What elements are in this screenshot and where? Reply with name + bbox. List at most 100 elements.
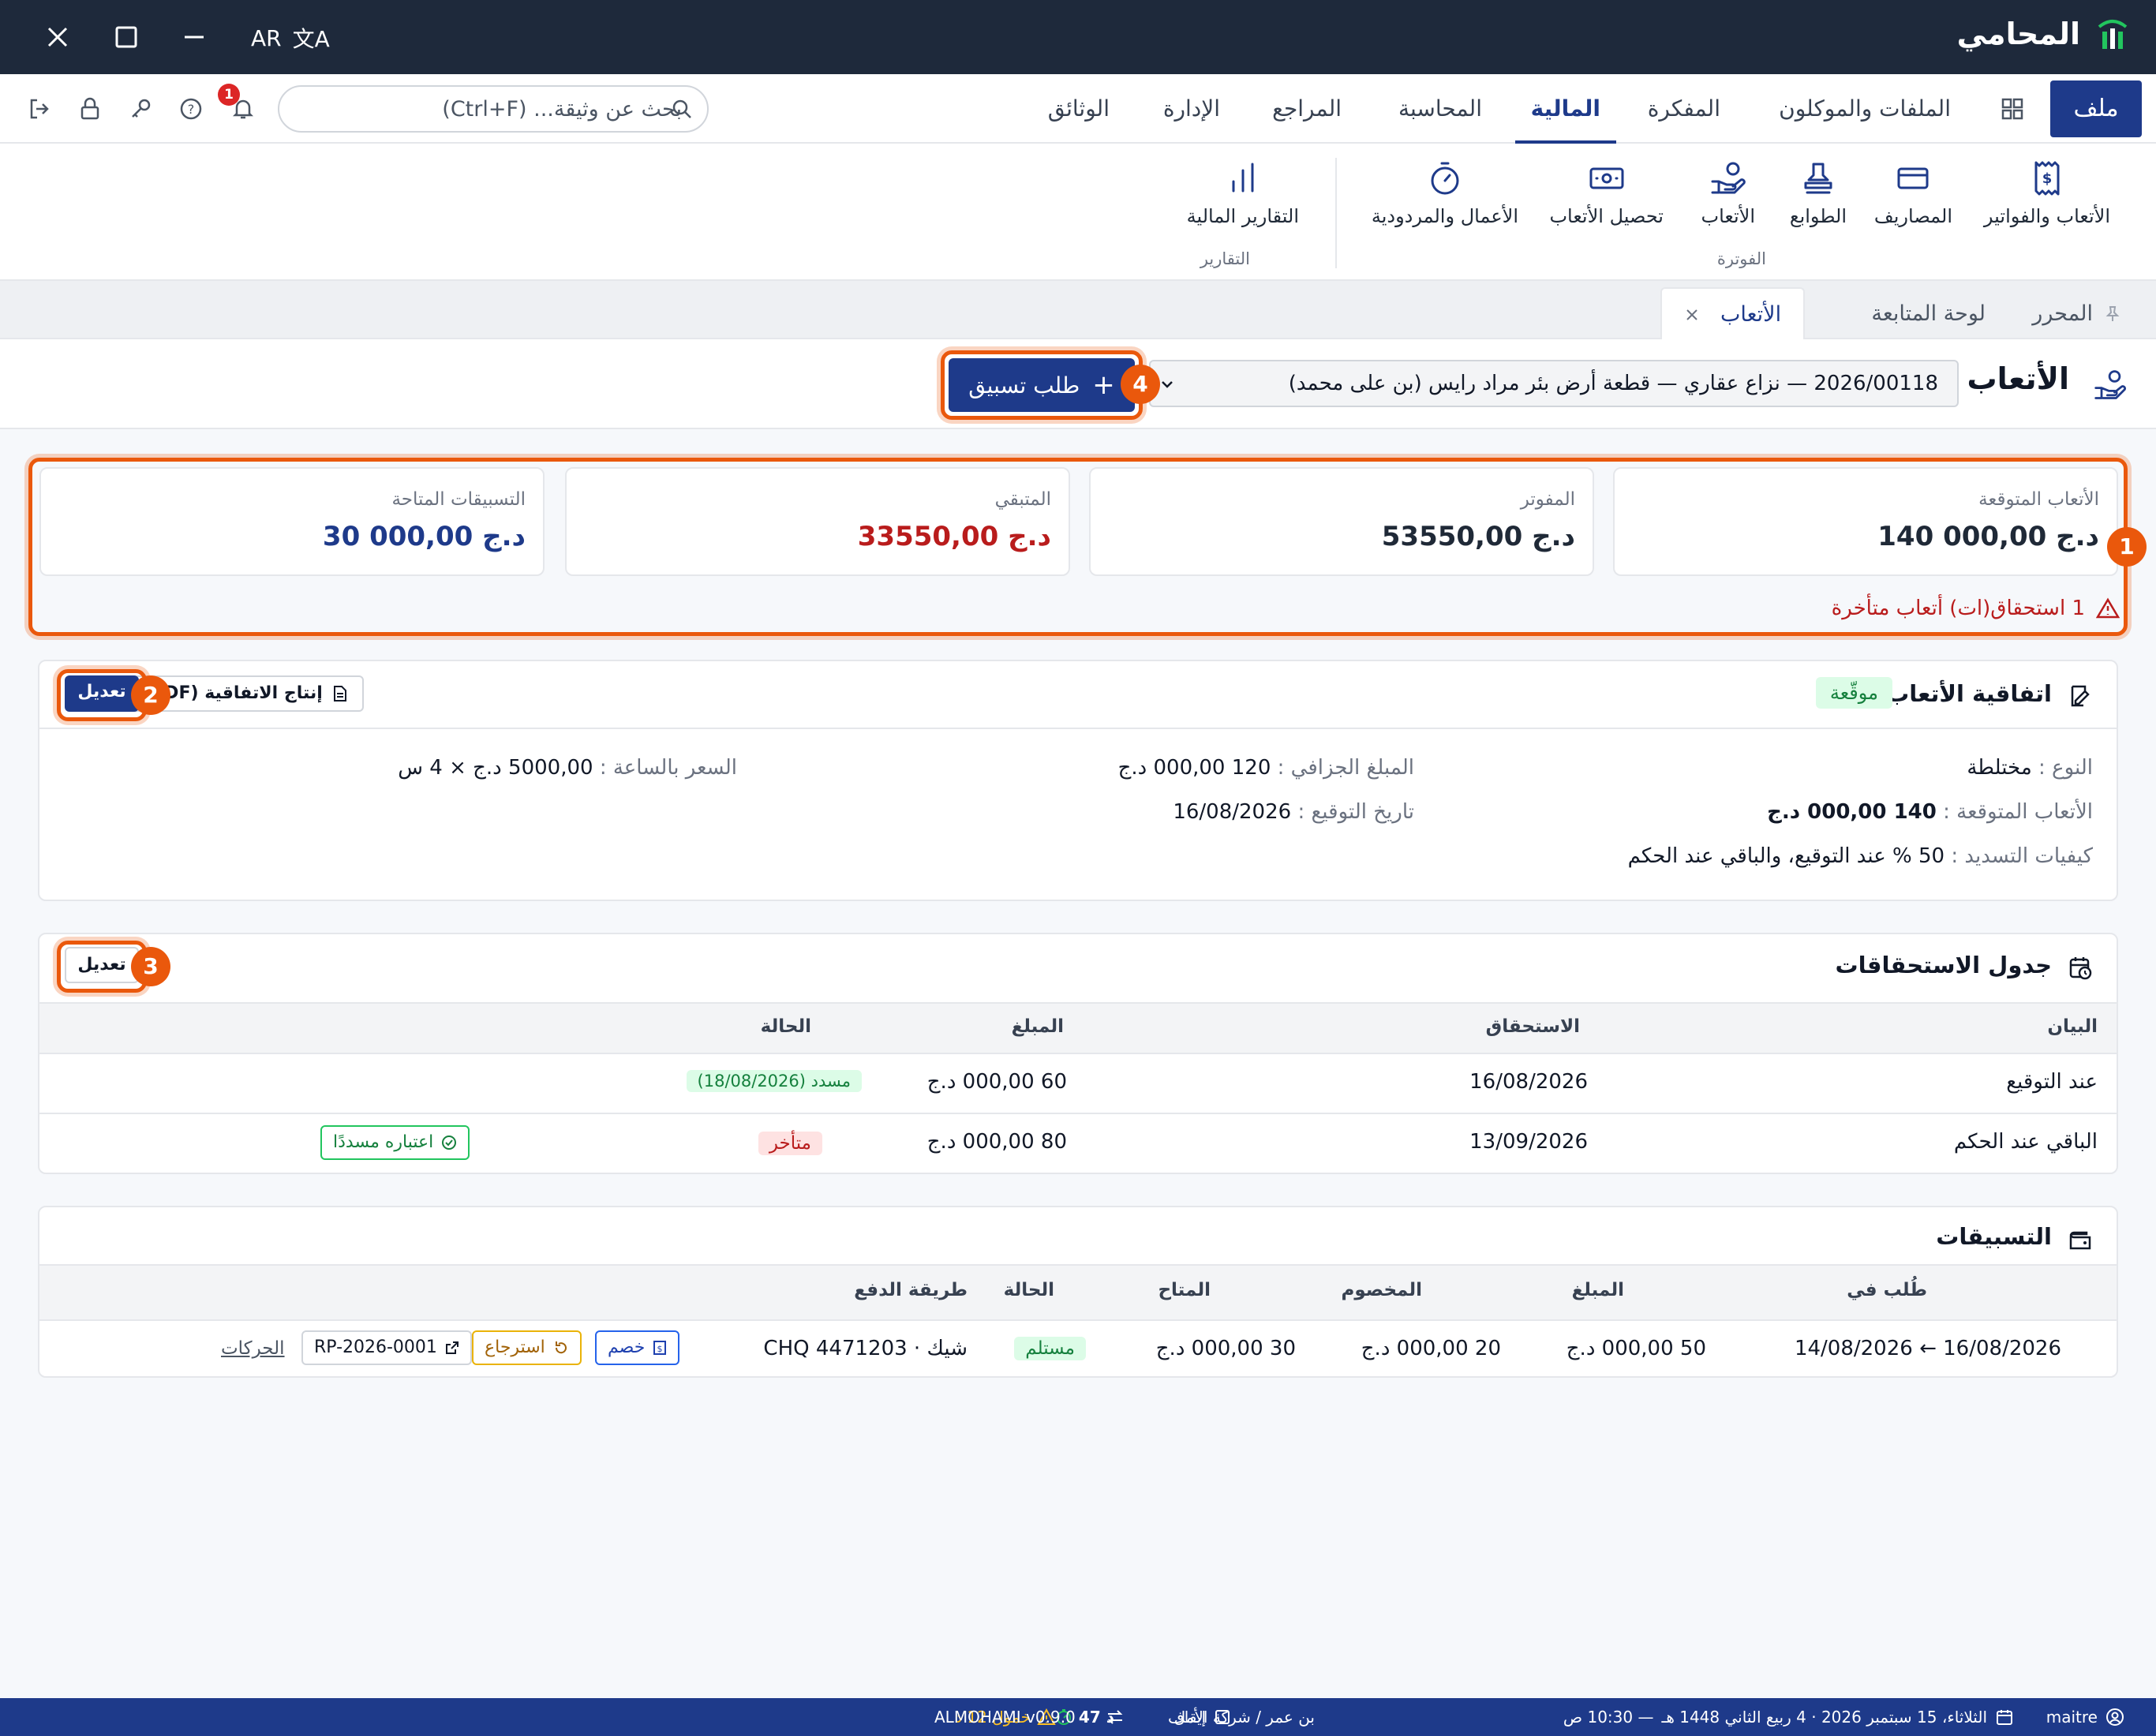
logout-button[interactable] — [27, 96, 52, 122]
menu-file[interactable]: ملف — [2050, 80, 2142, 137]
field-value: 140 000,00 د.ج — [1767, 800, 1937, 824]
menu-bar: ? 1 ملف الملفات والموكلون المفكرة المالي… — [0, 74, 2156, 144]
menu-agenda[interactable]: المفكرة — [1648, 74, 1720, 144]
menu-accounting[interactable]: المحاسبة — [1398, 74, 1482, 144]
schedule-label: الباقي عند الحكم — [1953, 1130, 2098, 1154]
close-window-button[interactable] — [44, 24, 71, 51]
column-header: الحالة — [1003, 1280, 1054, 1300]
ribbon-label: الطوابع — [1789, 205, 1847, 227]
field-label: النوع : — [2038, 756, 2093, 780]
kpi-expected-fees: الأتعاب المتوقعة 140 000,00 د.ج — [1613, 467, 2118, 576]
minimize-window-button[interactable] — [182, 24, 207, 50]
kpi-remaining: المتبقي 33550,00 د.ج — [565, 467, 1070, 576]
schedule-due: 16/08/2026 — [1469, 1070, 1588, 1094]
pin-icon — [2105, 306, 2120, 321]
advance-dates: 16/08/2026 ← 14/08/2026 — [1794, 1337, 2061, 1360]
chevron-down-icon — [1162, 381, 1173, 388]
kpi-invoiced: المفوتر 53550,00 د.ج — [1089, 467, 1594, 576]
close-icon — [47, 27, 68, 47]
status-badge: مسدد (18/08/2026) — [686, 1070, 862, 1092]
apps-grid-button[interactable] — [2000, 96, 2025, 122]
menu-administration[interactable]: الإدارة — [1163, 74, 1220, 144]
stamp-icon — [1804, 163, 1832, 194]
movements-link[interactable]: الحركات — [221, 1338, 285, 1359]
help-button[interactable]: ? — [178, 96, 204, 122]
minimize-icon — [185, 36, 204, 39]
search-input[interactable] — [319, 87, 682, 131]
search-box[interactable] — [278, 85, 709, 133]
tab-label: المحرر — [2032, 301, 2093, 326]
status-version: ALMOHAMI v0.9.0 — [934, 1708, 1076, 1727]
close-tab-icon[interactable] — [1684, 307, 1700, 323]
ribbon-label: الأتعاب — [1701, 205, 1755, 227]
lock-button[interactable] — [77, 96, 103, 122]
edit-agreement-button[interactable]: تعديل — [65, 675, 139, 712]
menu-finance[interactable]: المالية — [1514, 74, 1616, 144]
tab-dashboard[interactable]: لوحة المتابعة — [1871, 289, 1986, 339]
page-title: الأتعاب — [1967, 361, 2070, 396]
agreement-status-badge: موقّعة — [1815, 677, 1892, 709]
status-pause[interactable]: إيقاف — [1168, 1698, 1231, 1736]
language-switch[interactable]: AR 文A — [251, 21, 330, 55]
field-value: 16/08/2026 — [1173, 800, 1292, 824]
schedule-title: جدول الاستحقاقات — [1835, 952, 2052, 978]
column-header: البيان — [2047, 1016, 2098, 1037]
hand-coins-icon — [1711, 162, 1746, 194]
tab-fees[interactable]: الأتعاب — [1660, 287, 1806, 341]
overdue-alert: 1 استحقاق(ات) أتعاب متأخرة — [1832, 597, 2120, 620]
edit-schedule-button[interactable]: تعديل — [65, 947, 139, 983]
sync-icon[interactable] — [1105, 1708, 1125, 1727]
refund-button[interactable]: استرجاع — [472, 1330, 582, 1365]
maximize-window-button[interactable] — [114, 24, 139, 50]
advances-title: التسبيقات — [1936, 1223, 2052, 1250]
ribbon-group-reports: التقارير — [1200, 249, 1250, 268]
app-brand: المحامي — [1957, 14, 2132, 54]
ribbon-financial-reports[interactable]: التقارير المالية — [1187, 159, 1299, 227]
receipt-link-button[interactable]: RP-2026-0001 — [301, 1330, 472, 1365]
schedule-amount: 80 000,00 د.ج — [926, 1130, 1067, 1154]
receipt-icon: $ — [653, 1341, 667, 1355]
ribbon-stamps[interactable]: الطوابع — [1790, 159, 1847, 227]
ribbon-fee-collection[interactable]: تحصيل الأتعاب — [1549, 159, 1664, 227]
advance-payment-method: شيك · CHQ 4471203 — [763, 1337, 968, 1360]
ribbon-label: التقارير المالية — [1186, 205, 1299, 227]
stopwatch-icon — [1431, 162, 1459, 195]
wallet-icon — [2069, 1231, 2091, 1250]
plus-icon: + — [1092, 369, 1115, 401]
advance-request-button[interactable]: + طلب تسبيق — [949, 358, 1135, 412]
help-icon: ? — [180, 98, 202, 120]
refresh-icon — [555, 1341, 567, 1354]
deduct-button[interactable]: $ خصم — [595, 1330, 680, 1365]
kpi-label: المتبقي — [994, 489, 1051, 510]
mark-paid-button[interactable]: اعتباره مسددًا — [320, 1125, 470, 1160]
menu-documents[interactable]: الوثائق — [1048, 74, 1110, 144]
ribbon-expenses[interactable]: المصاريف — [1874, 159, 1952, 227]
deduct-label: خصم — [608, 1338, 646, 1357]
translate-icon: 文A — [292, 26, 330, 52]
column-header: الاستحقاق — [1485, 1016, 1580, 1037]
field-value: 50 % عند التوقيع، والباقي عند الحكم — [1627, 844, 1945, 868]
check-circle-icon — [442, 1136, 457, 1150]
table-row: الباقي عند الحكم 13/09/2026 80 000,00 د.… — [39, 1114, 2117, 1174]
menu-clients[interactable]: الملفات والموكلون — [1779, 74, 1951, 144]
kpi-value: 30 000,00 د.ج — [322, 521, 526, 552]
key-button[interactable] — [128, 96, 153, 122]
ribbon-profitability[interactable]: الأعمال والمردودية — [1372, 159, 1518, 227]
tab-editor[interactable]: المحرر — [2032, 289, 2121, 339]
case-select[interactable]: 2026/00118 — نزاع عقاري — قطعة أرض بئر م… — [1149, 360, 1959, 407]
field-label: الأتعاب المتوقعة : — [1943, 800, 2093, 824]
lock-icon — [80, 97, 99, 120]
table-row: 16/08/2026 ← 14/08/2026 50 000,00 د.ج 20… — [39, 1321, 2117, 1378]
kpi-label: الأتعاب المتوقعة — [1978, 489, 2099, 510]
credit-card-icon — [1897, 167, 1929, 189]
ribbon-fees-invoices[interactable]: $ الأتعاب والفواتير — [1984, 159, 2110, 227]
ribbon-fees[interactable]: الأتعاب — [1701, 159, 1755, 227]
ribbon-label: الأعمال والمردودية — [1371, 205, 1518, 227]
status-user-name: maitre — [2046, 1708, 2098, 1727]
ribbon-label: الأتعاب والفواتير — [1983, 205, 2110, 227]
field-value: مختلطة — [1967, 756, 2032, 780]
status-time-text: — 10:30 ص — [1563, 1708, 1654, 1727]
calendar-clock-icon — [2069, 957, 2092, 980]
menu-references[interactable]: المراجع — [1272, 74, 1342, 144]
stop-icon — [1215, 1710, 1230, 1724]
